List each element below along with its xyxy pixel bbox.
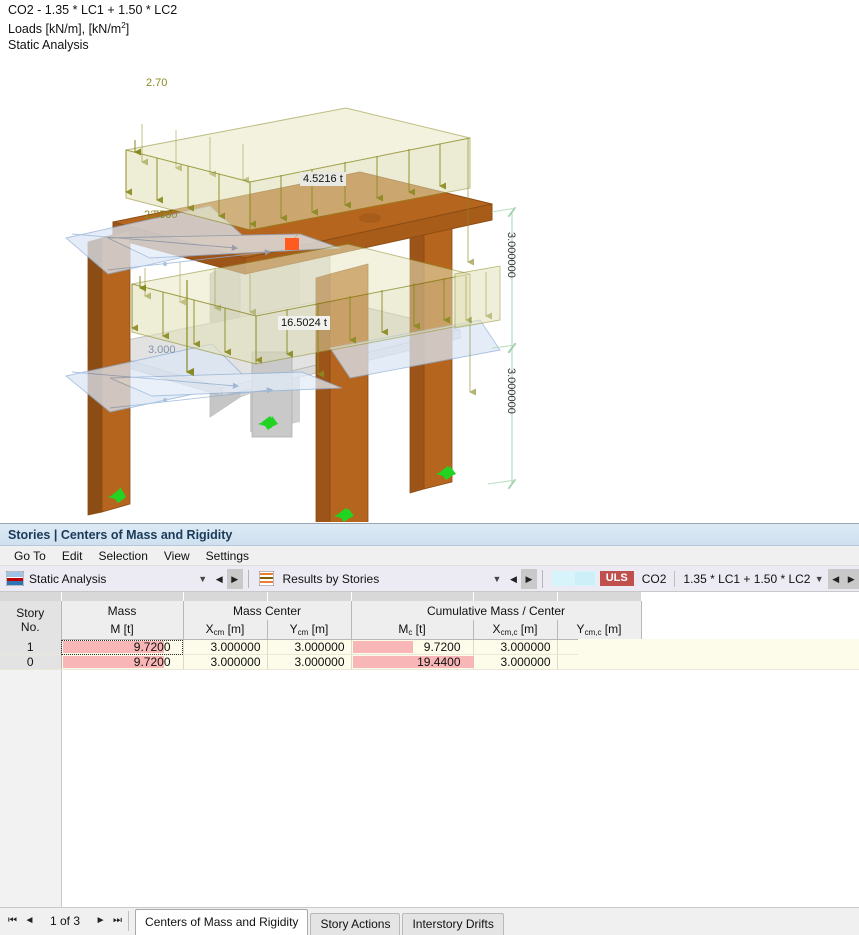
- plan-dimension-label: 3.000: [148, 344, 176, 356]
- group-header-mass-center: Mass Center: [183, 601, 352, 620]
- toolbar-separator-1: [247, 569, 249, 588]
- analysis-prev-button[interactable]: ◀: [211, 569, 227, 589]
- cell-mc[interactable]: 9.7200: [351, 639, 474, 655]
- menu-item-edit[interactable]: Edit: [54, 546, 91, 566]
- results-table[interactable]: Story No. Mass Mass Center Cumulative Ma…: [0, 592, 642, 670]
- load-label-top: 2.70: [146, 77, 168, 89]
- strip-cell: [0, 592, 62, 601]
- column-header-mc[interactable]: Mc [t]: [351, 620, 474, 640]
- menu-item-go-to[interactable]: Go To: [6, 546, 54, 566]
- tab-story-actions[interactable]: Story Actions: [310, 913, 401, 935]
- force-value-top: 4.5216 t: [300, 172, 346, 186]
- analysis-dropdown-caret[interactable]: ▼: [194, 574, 211, 584]
- strip-cell: [557, 592, 642, 601]
- tab-centers-of-mass-and-rigidity[interactable]: Centers of Mass and Rigidity: [135, 909, 309, 935]
- cell-xcmc[interactable]: 3.000000: [473, 654, 558, 670]
- column-header-story[interactable]: Story No.: [0, 601, 62, 640]
- group-header-cumulative: Cumulative Mass / Center: [351, 601, 642, 620]
- load-case-value: CO2: [641, 571, 667, 586]
- tab-interstory-drifts[interactable]: Interstory Drifts: [402, 913, 504, 935]
- record-counter-label: 1 of 3: [50, 914, 81, 928]
- right-load-distribution: [454, 265, 501, 329]
- next-record-button[interactable]: ►: [92, 912, 109, 930]
- bottom-bar: ⏮ ◄ 1 of 3 ► ⏭ Centers of Mass and Rigid…: [0, 907, 859, 935]
- load-case-next-button[interactable]: ▶: [843, 568, 859, 589]
- color-swatch-1: [551, 571, 574, 586]
- cell-mass[interactable]: 9.7200: [61, 639, 184, 655]
- record-pager: ⏮ ◄ 1 of 3 ► ⏭: [0, 909, 135, 933]
- table-top-strip: [0, 592, 642, 601]
- load-case-combo[interactable]: ULS CO2 1.35 * LC1 + 1.50 * LC2: [548, 566, 811, 592]
- table-row[interactable]: 1 9.7200 3.000000 3.000000 9.7200 3.0000…: [0, 639, 642, 655]
- results-prev-button[interactable]: ◀: [506, 569, 522, 589]
- color-swatch-2: [573, 571, 596, 586]
- toolbar-separator-2: [541, 569, 543, 588]
- first-record-button[interactable]: ⏮: [4, 912, 21, 930]
- analysis-type-value: Static Analysis: [29, 571, 107, 586]
- uls-badge: ULS: [599, 571, 634, 586]
- column-header-xcmc[interactable]: Xcm,c [m]: [473, 620, 558, 640]
- analysis-next-button[interactable]: ▶: [227, 568, 243, 589]
- model-viewport[interactable]: 2.70 2.700 2.700 4.5216 t 16.5024 t 3.00…: [0, 52, 859, 522]
- results-toolbar: Static Analysis ▼ ◀ ▶ Results by Stories…: [0, 566, 859, 592]
- results-next-button[interactable]: ▶: [521, 568, 537, 589]
- cell-mc[interactable]: 19.4400: [351, 654, 474, 670]
- header-line-loads: Loads [kN/m], [kN/m2]: [8, 21, 130, 37]
- combination-formula: 1.35 * LC1 + 1.50 * LC2: [683, 571, 811, 586]
- column-header-ycm[interactable]: Ycm [m]: [267, 620, 352, 640]
- row-story-number[interactable]: 1: [0, 639, 62, 655]
- table-grid-icon: [258, 570, 277, 587]
- strip-cell: [183, 592, 268, 601]
- panel-title: Stories | Centers of Mass and Rigidity: [0, 524, 859, 546]
- table-sub-header-row: M [t] Xcm [m] Ycm [m] Mc [t] Xcm,c [m] Y…: [0, 620, 642, 640]
- load-label-mid-b: 2.700: [150, 209, 178, 221]
- bottom-tab-bar: Centers of Mass and Rigidity Story Actio…: [135, 907, 506, 935]
- cell-mass[interactable]: 9.7200: [61, 654, 184, 670]
- pager-divider: [128, 911, 130, 931]
- table-row-cream-fill: [578, 639, 859, 670]
- header-annotation: CO2 - 1.35 * LC1 + 1.50 * LC2 Loads [kN/…: [8, 2, 177, 53]
- column-header-ycmc[interactable]: Ycm,c [m]: [557, 620, 642, 640]
- column-header-mass[interactable]: M [t]: [61, 620, 184, 640]
- results-panel: Stories | Centers of Mass and Rigidity G…: [0, 523, 859, 935]
- menu-item-view[interactable]: View: [156, 546, 198, 566]
- menu-item-settings[interactable]: Settings: [198, 546, 257, 566]
- load-case-prev-button[interactable]: ◀: [827, 568, 844, 589]
- toolbar-separator-3: [674, 570, 676, 587]
- force-value-mid: 16.5024 t: [278, 316, 330, 330]
- results-mode-combo[interactable]: Results by Stories: [253, 566, 488, 592]
- cell-xcmc[interactable]: 3.000000: [473, 639, 558, 655]
- strip-cell: [351, 592, 474, 601]
- group-header-mass: Mass: [61, 601, 184, 620]
- cell-xcm[interactable]: 3.000000: [183, 639, 268, 655]
- strip-cell: [473, 592, 558, 601]
- last-record-button[interactable]: ⏭: [109, 912, 126, 930]
- cell-ycm[interactable]: 3.000000: [267, 654, 352, 670]
- analysis-chart-icon: [5, 570, 25, 587]
- prev-record-button[interactable]: ◄: [21, 912, 38, 930]
- cell-ycm[interactable]: 3.000000: [267, 639, 352, 655]
- header-line-analysis: Static Analysis: [8, 38, 89, 53]
- analysis-type-combo[interactable]: Static Analysis: [0, 566, 194, 592]
- strip-cell: [267, 592, 352, 601]
- height-dimension-lower: 3.000000: [505, 368, 517, 414]
- menu-item-selection[interactable]: Selection: [91, 546, 156, 566]
- load-case-dropdown-caret[interactable]: ▼: [810, 574, 827, 584]
- row-story-number[interactable]: 0: [0, 654, 62, 670]
- strip-cell: [61, 592, 184, 601]
- table-group-header-row: Story No. Mass Mass Center Cumulative Ma…: [0, 601, 642, 640]
- table-row[interactable]: 0 9.7200 3.000000 3.000000 19.4400 3.000…: [0, 654, 642, 670]
- results-dropdown-caret[interactable]: ▼: [488, 574, 505, 584]
- results-table-area[interactable]: Story No. Mass Mass Center Cumulative Ma…: [0, 592, 859, 932]
- column-header-xcm[interactable]: Xcm [m]: [183, 620, 268, 640]
- results-mode-value: Results by Stories: [282, 571, 380, 586]
- panel-menu-bar: Go To Edit Selection View Settings: [0, 546, 859, 566]
- header-line-combination: CO2 - 1.35 * LC1 + 1.50 * LC2: [8, 3, 178, 17]
- height-dimension-upper: 3.000000: [505, 232, 517, 278]
- cell-xcm[interactable]: 3.000000: [183, 654, 268, 670]
